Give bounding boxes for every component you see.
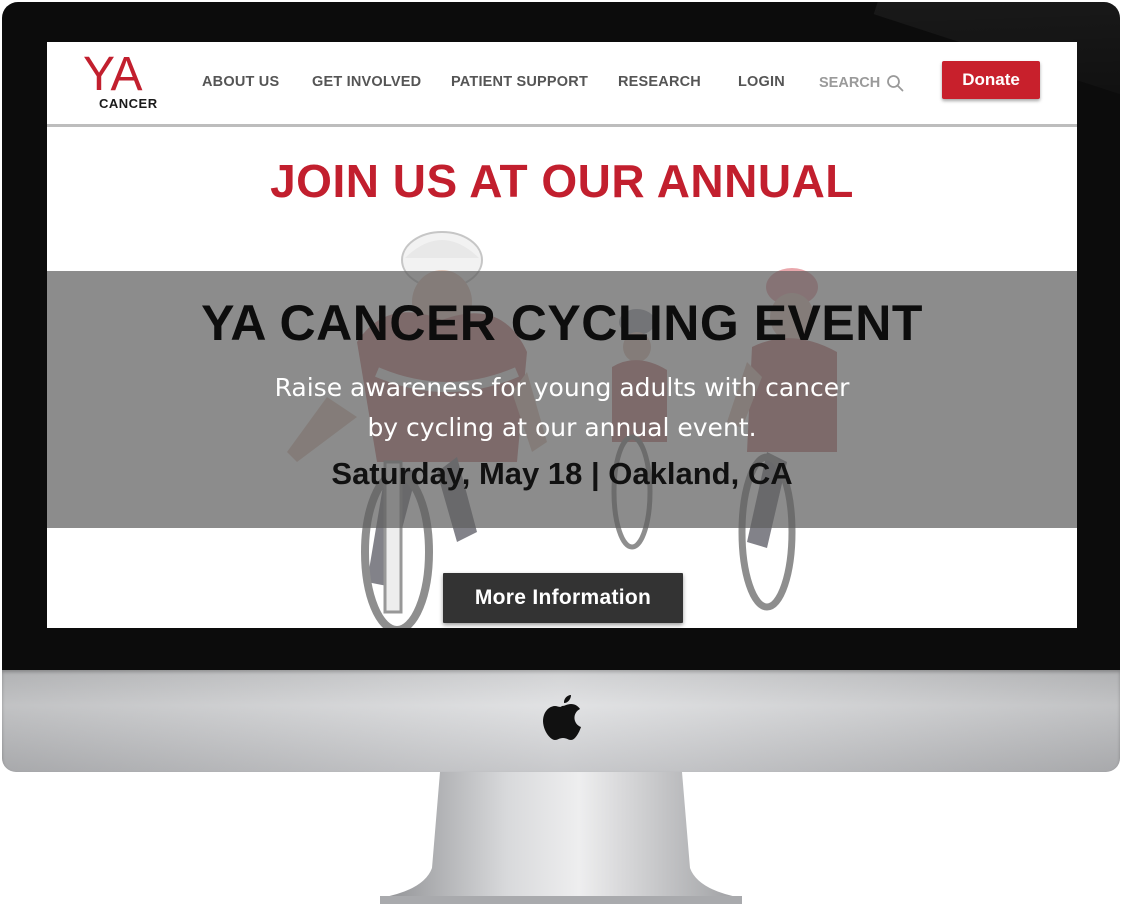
event-date-location: Saturday, May 18 | Oakland, CA	[331, 456, 793, 491]
nav-about-us[interactable]: ABOUT US	[202, 74, 279, 90]
site-header: YA CANCER ABOUT US GET INVOLVED PATIENT …	[47, 42, 1077, 127]
logo-cancer-text: CANCER	[99, 96, 158, 111]
ya-cancer-logo[interactable]: YA CANCER	[83, 50, 163, 116]
logo-ya-text: YA	[83, 48, 142, 101]
hero-heading: JOIN US AT OUR ANNUAL	[270, 155, 854, 207]
nav-patient-support[interactable]: PATIENT SUPPORT	[451, 74, 588, 90]
apple-logo-icon	[543, 695, 581, 740]
nav-research[interactable]: RESEARCH	[618, 74, 701, 90]
monitor-stand	[380, 772, 742, 904]
browser-screen: YA CANCER ABOUT US GET INVOLVED PATIENT …	[47, 42, 1077, 628]
nav-get-involved[interactable]: GET INVOLVED	[312, 74, 421, 90]
nav-search[interactable]: SEARCH	[819, 74, 904, 92]
event-description: Raise awareness for young adults with ca…	[274, 373, 850, 442]
search-icon	[887, 75, 904, 92]
nav-login[interactable]: LOGIN	[738, 74, 785, 90]
donate-button[interactable]: Donate	[942, 61, 1040, 99]
more-information-button[interactable]: More Information	[443, 573, 683, 623]
event-title: YA CANCER CYCLING EVENT	[201, 295, 923, 351]
search-label: SEARCH	[819, 75, 881, 91]
